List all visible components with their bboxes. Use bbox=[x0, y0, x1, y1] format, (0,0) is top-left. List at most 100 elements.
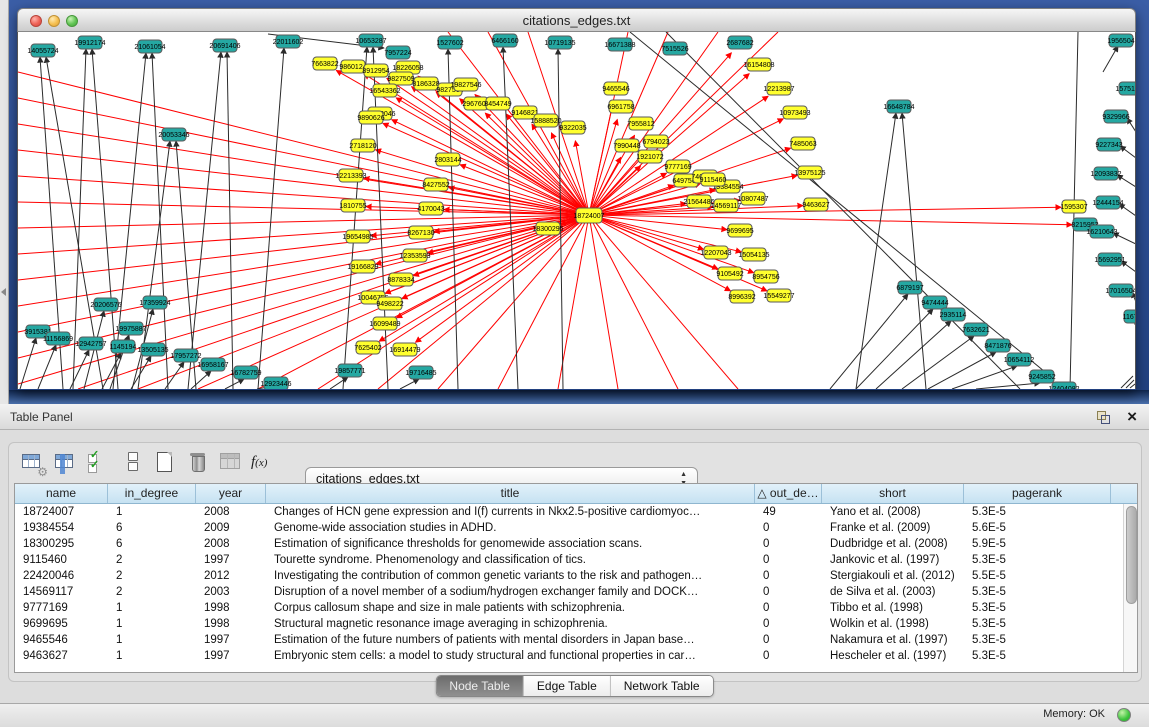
close-window-button[interactable] bbox=[30, 15, 42, 27]
graph-node[interactable]: 7663822 bbox=[311, 57, 338, 70]
graph-node[interactable]: 12353593 bbox=[399, 249, 430, 262]
minimize-window-button[interactable] bbox=[48, 15, 60, 27]
graph-node[interactable]: 7955812 bbox=[627, 117, 654, 130]
graph-node[interactable]: 19975887 bbox=[115, 322, 146, 335]
tab-network-table[interactable]: Network Table bbox=[610, 676, 713, 696]
graph-node[interactable]: 21061054 bbox=[134, 40, 165, 53]
select-columns-icon[interactable]: ✓✓ bbox=[86, 449, 112, 475]
graph-node[interactable]: 14569117 bbox=[711, 199, 742, 212]
graph-node[interactable]: 10807487 bbox=[737, 192, 768, 205]
graph-node[interactable]: 9699695 bbox=[726, 224, 753, 237]
graph-node[interactable]: 1527602 bbox=[436, 36, 463, 49]
graph-node-hub[interactable]: 18724007 bbox=[573, 208, 604, 223]
graph-node[interactable]: 2687682 bbox=[726, 36, 753, 49]
graph-node[interactable]: 12404082 bbox=[1048, 382, 1079, 389]
graph-node[interactable]: 15054135 bbox=[738, 248, 769, 261]
graph-node[interactable]: 19912174 bbox=[74, 36, 105, 49]
graph-node[interactable]: 4170043 bbox=[417, 202, 444, 215]
graph-node[interactable]: 12923446 bbox=[260, 377, 291, 389]
network-canvas[interactable]: 14055724 19912174 21061054 20691406 22011602… bbox=[17, 32, 1136, 389]
graph-node[interactable]: 12207043 bbox=[700, 246, 731, 259]
graph-node[interactable]: 19827546 bbox=[450, 78, 481, 91]
table-row[interactable]: 2242004622012Investigating the contribut… bbox=[15, 568, 1137, 584]
graph-node[interactable]: 19716485 bbox=[405, 366, 436, 379]
import-table-icon[interactable] bbox=[218, 449, 244, 475]
table-row[interactable]: 1938455462009Genome-wide association stu… bbox=[15, 520, 1137, 536]
graph-node[interactable]: 9105492 bbox=[716, 267, 743, 280]
column-header-out_de[interactable]: △ out_de… bbox=[755, 484, 822, 503]
graph-node[interactable]: 13975125 bbox=[794, 166, 825, 179]
graph-node[interactable]: 2935114 bbox=[940, 308, 967, 321]
graph-node[interactable]: 15549277 bbox=[763, 289, 794, 302]
graph-node[interactable]: 8454749 bbox=[484, 97, 511, 110]
graph-node[interactable]: 22011602 bbox=[273, 35, 304, 48]
graph-node[interactable]: 1145194 bbox=[110, 340, 137, 353]
graph-node[interactable]: 2718120 bbox=[349, 139, 376, 152]
graph-node[interactable]: 17957272 bbox=[170, 349, 201, 362]
table-row[interactable]: 1872400712008Changes of HCN gene express… bbox=[15, 504, 1137, 520]
graph-node[interactable]: 8267130 bbox=[407, 226, 434, 239]
graph-node[interactable]: 7485063 bbox=[789, 137, 816, 150]
graph-node[interactable]: 1956504 bbox=[1107, 34, 1134, 47]
row-height-icon[interactable] bbox=[119, 449, 145, 475]
graph-node[interactable]: 8427552 bbox=[422, 178, 449, 191]
graph-node[interactable]: 2803144 bbox=[434, 153, 461, 166]
column-header-pagerank[interactable]: pagerank bbox=[964, 484, 1111, 503]
table-row[interactable]: 946362711997Embryonic stem cells: a mode… bbox=[15, 648, 1137, 664]
graph-node[interactable]: 16543362 bbox=[369, 84, 400, 97]
graph-node[interactable]: 9890626 bbox=[357, 111, 384, 124]
window-titlebar[interactable]: citations_edges.txt bbox=[17, 8, 1136, 32]
graph-node[interactable]: 10654112 bbox=[1004, 353, 1035, 366]
tab-node-table[interactable]: Node Table bbox=[436, 676, 523, 696]
graph-node[interactable]: 7625402 bbox=[354, 341, 381, 354]
graph-node[interactable]: 16210643 bbox=[1086, 225, 1117, 238]
graph-node[interactable]: 13505135 bbox=[137, 343, 168, 356]
table-row[interactable]: 977716911998Corpus callosum shape and si… bbox=[15, 600, 1137, 616]
column-header-in_degree[interactable]: in_degree bbox=[108, 484, 196, 503]
float-panel-icon[interactable] bbox=[1097, 411, 1109, 423]
graph-node[interactable]: 19654985 bbox=[342, 230, 373, 243]
graph-node[interactable]: 19857771 bbox=[334, 364, 365, 377]
column-header-year[interactable]: year bbox=[196, 484, 266, 503]
graph-node[interactable]: 9115460 bbox=[700, 173, 727, 186]
graph-node[interactable]: 9474444 bbox=[921, 296, 948, 309]
graph-node[interactable]: 10719135 bbox=[544, 36, 575, 49]
table-row[interactable]: 946554611997Estimation of the future num… bbox=[15, 632, 1137, 648]
graph-node[interactable]: 1167533 bbox=[1123, 310, 1135, 323]
graph-node[interactable]: 12444154 bbox=[1092, 196, 1123, 209]
graph-node[interactable]: 20691406 bbox=[209, 39, 240, 52]
graph-node[interactable]: 16782759 bbox=[230, 366, 261, 379]
graph-node[interactable]: 8878334 bbox=[387, 273, 414, 286]
table-settings-icon[interactable]: ⚙ bbox=[20, 449, 46, 475]
network-canvas-svg[interactable]: 14055724 19912174 21061054 20691406 22011602… bbox=[18, 32, 1135, 389]
graph-node[interactable]: 8954756 bbox=[752, 270, 779, 283]
graph-node[interactable]: 16099489 bbox=[369, 317, 400, 330]
close-panel-icon[interactable]: × bbox=[1127, 405, 1137, 429]
table-row[interactable]: 1456911722003Disruption of a novel membe… bbox=[15, 584, 1137, 600]
graph-node[interactable]: 14055724 bbox=[27, 44, 58, 57]
graph-node[interactable]: 16154808 bbox=[743, 58, 774, 71]
graph-node[interactable]: 20053346 bbox=[158, 128, 189, 141]
tab-edge-table[interactable]: Edge Table bbox=[523, 676, 610, 696]
graph-node[interactable]: 6879197 bbox=[896, 281, 923, 294]
graph-node[interactable]: 6961758 bbox=[607, 100, 634, 113]
graph-node[interactable]: 9827509 bbox=[387, 72, 414, 85]
graph-node[interactable]: 20206576 bbox=[90, 298, 121, 311]
graph-node[interactable]: 9329966 bbox=[1102, 110, 1129, 123]
graph-node[interactable]: 8996392 bbox=[728, 290, 755, 303]
graph-node[interactable]: 6466160 bbox=[491, 34, 518, 47]
graph-node[interactable]: 18300295 bbox=[532, 222, 563, 235]
graph-node[interactable]: 1921072 bbox=[636, 150, 663, 163]
graph-node[interactable]: 9245852 bbox=[1028, 370, 1055, 383]
table-row[interactable]: 911546021997Tourette syndrome. Phenomeno… bbox=[15, 552, 1137, 568]
graph-nodes[interactable]: 14055724 19912174 21061054 20691406 22011602… bbox=[24, 34, 1135, 389]
show-column-icon[interactable] bbox=[53, 449, 79, 475]
graph-node[interactable]: 6794023 bbox=[642, 135, 669, 148]
graph-node[interactable]: 9465546 bbox=[602, 82, 629, 95]
graph-node[interactable]: 10973493 bbox=[779, 106, 810, 119]
graph-node[interactable]: 16648784 bbox=[883, 100, 914, 113]
function-builder-icon[interactable]: f(x) bbox=[251, 449, 281, 475]
graph-node[interactable]: 9498222 bbox=[376, 297, 403, 310]
graph-node[interactable]: 9227343 bbox=[1095, 138, 1122, 151]
graph-node[interactable]: 7990448 bbox=[613, 139, 640, 152]
